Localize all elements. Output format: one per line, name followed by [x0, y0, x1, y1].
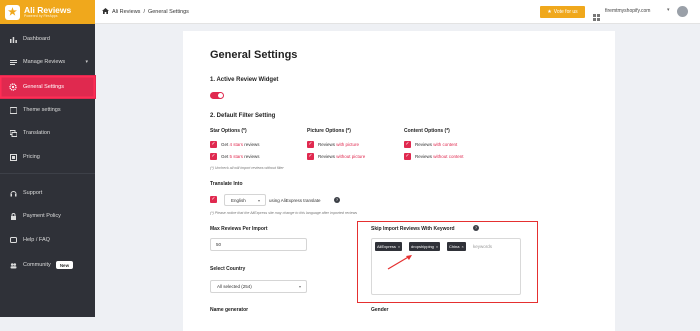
keyword-placeholder: keywords: [473, 244, 493, 249]
country-value: All selected (254): [217, 284, 252, 289]
remove-tag-icon[interactable]: ×: [461, 245, 463, 249]
translate-icon: [9, 129, 17, 137]
sidebar-item-label: Theme settings: [23, 107, 61, 113]
select-country-label: Select Country: [210, 266, 246, 272]
country-select[interactable]: All selected (254) ▾: [210, 280, 307, 293]
sidebar-item-theme-settings[interactable]: Theme settings: [0, 99, 95, 121]
picture-options-title: Picture Options (*): [307, 128, 351, 134]
sidebar-item-label: Community: [23, 262, 51, 268]
app-subtitle: Powered by FireApps: [24, 14, 58, 18]
apps-grid-icon[interactable]: [593, 8, 600, 26]
app-logo[interactable]: ★ Ali Reviews Powered by FireApps: [0, 0, 95, 24]
sidebar-item-manage-reviews[interactable]: Manage Reviews ▾: [0, 51, 95, 73]
checkbox-translate[interactable]: ✓: [210, 196, 217, 203]
sidebar-item-label: Dashboard: [23, 36, 50, 42]
star-icon: ★: [547, 9, 552, 15]
breadcrumb-current: General Settings: [147, 9, 189, 15]
max-reviews-input[interactable]: 50: [210, 238, 307, 251]
chevron-down-icon[interactable]: ▾: [667, 7, 670, 13]
headset-icon: [9, 189, 17, 197]
chevron-down-icon: ▾: [298, 284, 301, 289]
star-logo-icon: ★: [5, 4, 20, 20]
checkbox-with-content[interactable]: ✓: [404, 141, 411, 148]
sidebar-item-label: Manage Reviews: [23, 59, 66, 65]
sidebar-item-translation[interactable]: Translation: [0, 122, 95, 144]
option-without-content: Reviews without content: [415, 154, 464, 159]
sidebar-divider: [0, 173, 95, 174]
sidebar-item-general-settings[interactable]: General Settings: [0, 75, 96, 99]
sidebar-item-label: Help / FAQ: [23, 237, 50, 243]
checkbox-without-picture[interactable]: ✓: [307, 153, 314, 160]
sidebar-item-support[interactable]: Support: [0, 182, 95, 204]
gear-icon: [9, 83, 17, 91]
breadcrumb-separator: /: [143, 9, 145, 15]
remove-tag-icon[interactable]: ×: [436, 245, 438, 249]
section-active-widget: 1. Active Review Widget: [210, 77, 279, 83]
option-4-stars: Get 4 stars reviews: [221, 142, 260, 147]
translate-note: (*) Please notice that the AliExpress si…: [210, 211, 358, 215]
page-title: General Settings: [210, 49, 298, 61]
star-options-note: (*) Uncheck all will import reviews with…: [210, 166, 284, 170]
chevron-down-icon: ▾: [85, 59, 88, 65]
community-icon: [9, 261, 17, 269]
name-generator-label: Name generator: [210, 307, 249, 313]
new-badge: New: [55, 261, 74, 269]
keyword-tag: AliExpress ×: [375, 242, 403, 251]
sidebar-item-label: Support: [23, 190, 43, 196]
keyword-tag: dropshipping ×: [409, 242, 441, 251]
vote-for-us-button[interactable]: ★ Vote for us: [540, 6, 585, 18]
palette-icon: [9, 106, 17, 114]
sidebar-item-label: Translation: [23, 130, 51, 136]
skip-keyword-label: Skip Import Reviews With Keyword: [371, 226, 455, 232]
remove-tag-icon[interactable]: ×: [398, 245, 400, 249]
sidebar-item-community[interactable]: Community New: [0, 254, 95, 276]
option-without-picture: Reviews without picture: [318, 154, 366, 159]
language-select[interactable]: English ▾: [224, 194, 266, 206]
sidebar-item-dashboard[interactable]: Dashboard: [0, 28, 95, 50]
max-reviews-label: Max Reviews Per Import: [210, 226, 268, 232]
sidebar-item-label: General Settings: [23, 84, 64, 90]
sidebar-item-help-faq[interactable]: Help / FAQ: [0, 229, 95, 251]
help-icon: [9, 236, 17, 244]
active-widget-toggle[interactable]: [210, 92, 224, 99]
translate-using-text: using AliExpress translate: [269, 198, 321, 203]
option-with-content: Reviews with content: [415, 142, 458, 147]
sidebar: ★ Ali Reviews Powered by FireApps Dashbo…: [0, 0, 96, 317]
avatar[interactable]: [677, 6, 688, 17]
sidebar-item-pricing[interactable]: Pricing: [0, 146, 95, 168]
option-with-picture: Reviews with picture: [318, 142, 360, 147]
content-options-title: Content Options (*): [404, 128, 450, 134]
help-icon[interactable]: ?: [334, 197, 340, 203]
star-options-title: Star Options (*): [210, 128, 247, 134]
bar-chart-icon: [9, 35, 17, 43]
home-icon[interactable]: [102, 8, 109, 16]
chevron-down-icon: ▾: [257, 197, 260, 203]
vote-label: Vote for us: [553, 9, 578, 15]
star-list-icon: [9, 58, 17, 66]
keyword-tag: China ×: [447, 242, 466, 251]
max-reviews-value: 50: [216, 242, 222, 247]
language-value: English: [231, 197, 246, 203]
gender-label: Gender: [371, 307, 389, 313]
pricing-icon: [9, 153, 17, 161]
sidebar-item-label: Payment Policy: [23, 213, 61, 219]
checkbox-without-content[interactable]: ✓: [404, 153, 411, 160]
section-default-filter: 2. Default Filter Setting: [210, 113, 276, 119]
checkbox-with-picture[interactable]: ✓: [307, 141, 314, 148]
option-5-stars: Get 5 stars reviews: [221, 154, 260, 159]
help-icon[interactable]: ?: [473, 225, 479, 231]
translate-title: Translate Into: [210, 181, 243, 187]
store-name[interactable]: firemtmyshopify.com: [605, 8, 650, 14]
breadcrumb-root[interactable]: Ali Reviews: [112, 9, 140, 15]
app-title: Ali Reviews: [24, 4, 72, 15]
annotation-arrow-icon: [387, 255, 412, 270]
checkbox-5-stars[interactable]: ✓: [210, 153, 217, 160]
lock-icon: [9, 212, 17, 220]
top-bar: Ali Reviews / General Settings ★ Vote fo…: [95, 0, 700, 24]
sidebar-item-payment-policy[interactable]: Payment Policy: [0, 205, 95, 227]
breadcrumb: Ali Reviews / General Settings: [102, 8, 189, 16]
checkbox-4-stars[interactable]: ✓: [210, 141, 217, 148]
sidebar-item-label: Pricing: [23, 154, 40, 160]
